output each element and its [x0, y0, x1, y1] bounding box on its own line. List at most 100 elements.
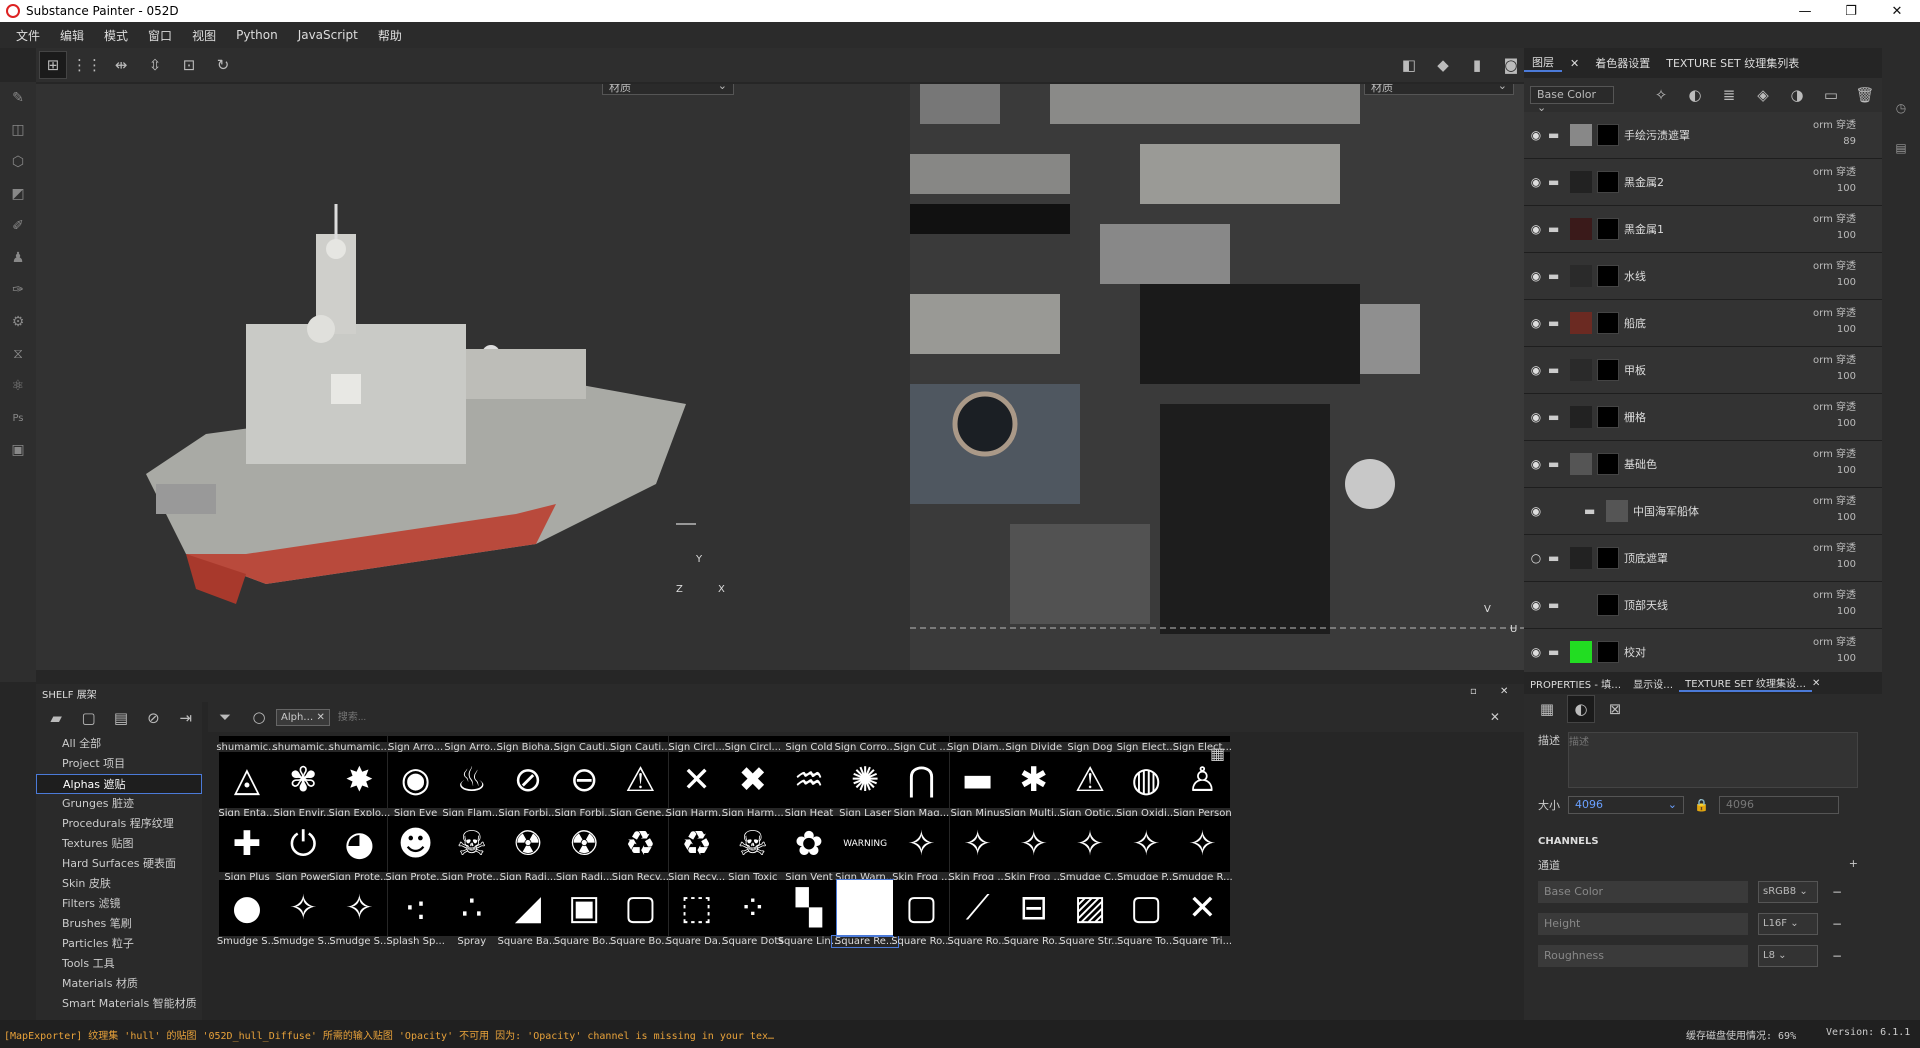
frame-icon[interactable]: ⊡	[175, 51, 203, 79]
eye-icon[interactable]: ◉	[1524, 598, 1548, 612]
brush-tool-icon[interactable]: ✎	[0, 82, 36, 114]
size-select[interactable]: 4096 ⌄	[1568, 796, 1684, 814]
shelf-category-item[interactable]: All 全部	[36, 734, 202, 754]
remove-channel-icon[interactable]: −	[1832, 917, 1842, 931]
viewport-3d[interactable]: 材质 ⌄ Y Z X	[36, 84, 910, 670]
menu-mode[interactable]: 模式	[94, 27, 138, 44]
shelf-item[interactable]: ▢ Square To...	[1115, 880, 1177, 956]
close-tab-icon[interactable]: ✕	[1562, 57, 1587, 70]
shelf-item[interactable]: ▢ Square Ro...	[890, 880, 952, 956]
layer-row[interactable]: ○ ▬ 顶底遮罩 orm 穿透 100	[1524, 535, 1882, 582]
eye-icon[interactable]: ◉	[1524, 504, 1548, 518]
shelf-category-item[interactable]: Textures 贴图	[36, 834, 202, 854]
layer-row[interactable]: ◉ ▬ 黑金属1 orm 穿透 100	[1524, 206, 1882, 253]
channel-format-select[interactable]: L16F ⌄	[1758, 913, 1818, 935]
close-window-button[interactable]: ✕	[1874, 0, 1920, 22]
layer-blend-mode[interactable]: orm 穿透	[1813, 633, 1856, 648]
shelf-item[interactable]: ✧ Smudge S...	[328, 880, 390, 956]
layer-opacity[interactable]: 100	[1837, 653, 1856, 664]
channel-select[interactable]: Base Color ⌄	[1530, 86, 1614, 114]
library-icon[interactable]: ▤	[108, 704, 134, 732]
shelf-item[interactable]: ✕ Square Tri...	[1171, 880, 1233, 956]
shelf-category-item[interactable]: Filters 滤镜	[36, 894, 202, 914]
plugin-icon[interactable]: ⚛	[0, 370, 36, 402]
screenshot-camera-icon[interactable]: ◙	[1497, 51, 1525, 79]
lock-icon[interactable]: 🔒	[1694, 798, 1709, 812]
remove-channel-icon[interactable]: −	[1832, 949, 1842, 963]
layer-row[interactable]: ◉ ▬ 校对 orm 穿透 100	[1524, 629, 1882, 672]
layer-opacity[interactable]: 100	[1837, 230, 1856, 241]
picker-tool-icon[interactable]: ✑	[0, 274, 36, 306]
shelf-category-item[interactable]: Project 项目	[36, 754, 202, 774]
uv-icon[interactable]: ⊠	[1601, 695, 1629, 723]
channel-format-select[interactable]: sRGB8 ⌄	[1758, 881, 1818, 903]
shelf-category-item[interactable]: Hard Surfaces 硬表面	[36, 854, 202, 874]
layer-blend-mode[interactable]: orm 穿透	[1813, 304, 1856, 319]
layer-blend-mode[interactable]: orm 穿透	[1813, 492, 1856, 507]
restore-button[interactable]: ❐	[1828, 0, 1874, 22]
grid-view-icon[interactable]: ▦	[1210, 744, 1225, 763]
layer-row[interactable]: ◉ ▬ 顶部天线 orm 穿透 100	[1524, 582, 1882, 629]
eye-icon[interactable]: ◉	[1524, 222, 1548, 236]
layer-row[interactable]: ◉ ▬ 船底 orm 穿透 100	[1524, 300, 1882, 347]
shelf-item[interactable]: ◢ Square Ba...	[497, 880, 559, 956]
shelf-undock-icon[interactable]: ▫	[1470, 686, 1477, 697]
layer-opacity[interactable]: 100	[1837, 512, 1856, 523]
add-smart-mask-icon[interactable]: ◑	[1783, 81, 1811, 109]
eye-icon[interactable]: ◉	[1524, 316, 1548, 330]
desc-field[interactable]	[1568, 732, 1858, 788]
tab-layers[interactable]: 图层	[1524, 54, 1562, 72]
material-select-2d[interactable]: 材质 ⌄	[1364, 84, 1514, 95]
layer-opacity[interactable]: 100	[1837, 277, 1856, 288]
layer-opacity[interactable]: 100	[1837, 324, 1856, 335]
settings-gear-icon[interactable]: ⚙	[0, 306, 36, 338]
history-clock-icon[interactable]: ◷	[1882, 88, 1920, 128]
folder-icon[interactable]: ▰	[43, 704, 69, 732]
shelf-close-icon[interactable]: ✕	[1500, 686, 1508, 697]
eye-icon[interactable]: ◉	[1524, 128, 1548, 142]
menu-javascript[interactable]: JavaScript	[288, 28, 368, 42]
shelf-item[interactable]: ·: Splash Sp...	[385, 880, 447, 956]
add-layer-icon[interactable]: ≣	[1715, 81, 1743, 109]
layer-opacity[interactable]: 100	[1837, 559, 1856, 570]
shelf-category-item[interactable]: Brushes 笔刷	[36, 914, 202, 934]
material-icon[interactable]: ◐	[1567, 695, 1595, 723]
hide-icon[interactable]: ⊘	[140, 704, 166, 732]
layer-row[interactable]: ◉ ▬ 黑金属2 orm 穿透 100	[1524, 159, 1882, 206]
menu-view[interactable]: 视图	[182, 27, 226, 44]
tab-shader-settings[interactable]: 着色器设置	[1587, 55, 1658, 71]
bake-icon[interactable]: ⧖	[0, 338, 36, 370]
shelf-item[interactable]: ⊟ Square Ro...	[1003, 880, 1065, 956]
shelf-search-input[interactable]	[337, 707, 1478, 727]
shelf-category-item[interactable]: Particles 粒子	[36, 934, 202, 954]
viewport-2d-uv[interactable]: 材质 ⌄ V U	[910, 84, 1524, 670]
layer-blend-mode[interactable]: orm 穿透	[1813, 445, 1856, 460]
add-effect-icon[interactable]: ✧	[1647, 81, 1675, 109]
log-icon[interactable]: ▤	[1882, 128, 1920, 168]
add-fill-icon[interactable]: ◈	[1749, 81, 1777, 109]
mirror-x-icon[interactable]: ⇹	[107, 51, 135, 79]
shelf-item[interactable]: ▢ Square Bo...	[609, 880, 671, 956]
shelf-item[interactable]: ▣ Square Bo...	[553, 880, 615, 956]
layer-blend-mode[interactable]: orm 穿透	[1813, 257, 1856, 272]
shelf-category-item[interactable]: Grunges 脏迹	[36, 794, 202, 814]
import-icon[interactable]: ⇥	[173, 704, 199, 732]
shelf-item[interactable]: ✧ Smudge S...	[272, 880, 334, 956]
layer-row[interactable]: ◉ ▬ 水线 orm 穿透 100	[1524, 253, 1882, 300]
eye-icon[interactable]: ◉	[1524, 457, 1548, 471]
layer-opacity[interactable]: 89	[1843, 136, 1856, 147]
channel-format-select[interactable]: L8 ⌄	[1758, 945, 1818, 967]
add-mask-icon[interactable]: ◐	[1681, 81, 1709, 109]
shelf-category-item[interactable]: Smart Materials 智能材质	[36, 994, 202, 1014]
layer-blend-mode[interactable]: orm 穿透	[1813, 163, 1856, 178]
filter-icon[interactable]: ⏷	[211, 703, 239, 731]
polygon-fill-icon[interactable]: ◩	[0, 178, 36, 210]
clear-search-icon[interactable]: ✕	[1490, 710, 1500, 724]
mirror-y-icon[interactable]: ⇳	[141, 51, 169, 79]
layer-blend-mode[interactable]: orm 穿透	[1813, 586, 1856, 601]
eye-hidden-icon[interactable]: ○	[1524, 551, 1548, 565]
add-folder-icon[interactable]: ▭	[1817, 81, 1845, 109]
tab-texture-set-settings[interactable]: TEXTURE SET 纹理集设…	[1679, 675, 1813, 692]
projection-tool-icon[interactable]: ⬡	[0, 146, 36, 178]
photoshop-export-icon[interactable]: Ps	[0, 402, 36, 434]
